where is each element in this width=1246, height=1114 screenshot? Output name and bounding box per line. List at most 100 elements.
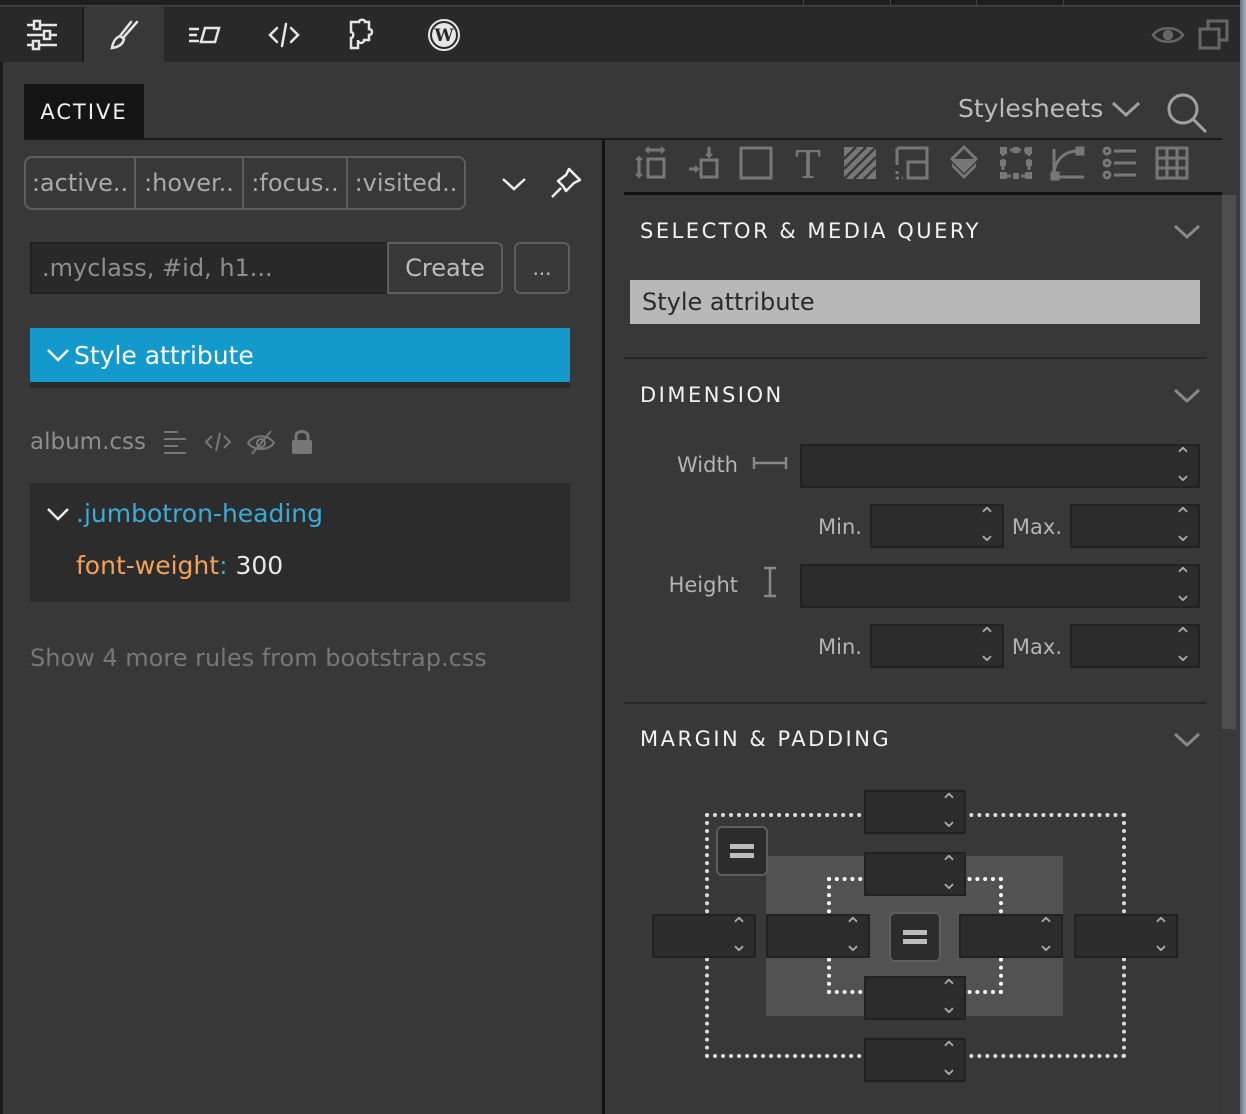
margin-right-input[interactable]: ⌃ ⌄	[1074, 914, 1178, 958]
border-icon	[1000, 147, 1032, 179]
create-button[interactable]: Create	[387, 242, 503, 294]
section-fill-button[interactable]	[938, 142, 990, 184]
wordpress-icon: W	[428, 18, 460, 51]
tab-style[interactable]	[84, 7, 164, 62]
min-height-input[interactable]: ⌃ ⌄	[870, 624, 1004, 668]
decrement-icon[interactable]: ⌄	[940, 810, 958, 832]
style-attribute-header[interactable]: Style attribute	[30, 328, 570, 388]
rule-selector[interactable]: .jumbotron-heading	[46, 499, 323, 528]
scrollbar-thumb[interactable]	[1222, 195, 1236, 729]
fill-icon	[949, 145, 979, 179]
section-margin-padding-title[interactable]: MARGIN & PADDING	[640, 727, 891, 751]
eye-icon	[1151, 27, 1185, 43]
decrement-icon[interactable]: ⌄	[844, 934, 862, 956]
decrement-icon[interactable]: ⌄	[730, 934, 748, 956]
link-paddings-button[interactable]	[889, 912, 941, 962]
tab-components[interactable]	[324, 7, 404, 62]
margin-bottom-input[interactable]: ⌃ ⌄	[864, 1038, 966, 1082]
section-selector-title[interactable]: SELECTOR & MEDIA QUERY	[640, 219, 981, 243]
pseudo-focus-button[interactable]: :focus..	[244, 158, 348, 208]
section-dimension-title[interactable]: DIMENSION	[640, 383, 784, 407]
layout-icon	[895, 146, 929, 180]
detach-panel-button[interactable]	[1196, 19, 1232, 51]
padding-bottom-input[interactable]: ⌃ ⌄	[864, 976, 966, 1020]
section-box-position-button[interactable]	[678, 142, 730, 184]
decrement-icon[interactable]: ⌄	[978, 644, 996, 666]
duplicate-window-icon	[1198, 19, 1229, 50]
decrement-icon[interactable]: ⌄	[1174, 464, 1192, 486]
section-selector-toggle[interactable]	[1172, 222, 1202, 242]
section-border-radius-button[interactable]	[1042, 142, 1094, 184]
window-top-strip	[0, 0, 1246, 6]
selector-display[interactable]: Style attribute	[630, 280, 1200, 324]
section-position-button[interactable]	[626, 142, 678, 184]
eye-slash-icon[interactable]	[246, 429, 276, 455]
decrement-icon[interactable]: ⌄	[978, 524, 996, 546]
svg-text:T: T	[795, 145, 820, 181]
decrement-icon[interactable]: ⌄	[940, 996, 958, 1018]
decrement-icon[interactable]: ⌄	[1037, 934, 1055, 956]
background-icon	[843, 146, 877, 180]
active-tab[interactable]: ACTIVE	[24, 84, 144, 139]
decrement-icon[interactable]: ⌄	[940, 872, 958, 894]
section-list-button[interactable]	[1094, 142, 1146, 184]
search-button[interactable]	[1164, 90, 1210, 136]
more-options-button[interactable]: ...	[514, 242, 570, 294]
width-field[interactable]	[802, 446, 1198, 486]
margin-top-input[interactable]: ⌃ ⌄	[864, 790, 966, 834]
link-margins-button[interactable]	[716, 826, 768, 876]
decrement-icon[interactable]: ⌄	[1174, 584, 1192, 606]
max-height-input[interactable]: ⌃ ⌄	[1070, 624, 1200, 668]
css-rule: .jumbotron-heading font-weight: 300	[30, 483, 570, 602]
min-width-input[interactable]: ⌃ ⌄	[870, 504, 1004, 548]
chevron-down-icon	[47, 349, 69, 362]
section-background-button[interactable]	[834, 142, 886, 184]
max-width-input[interactable]: ⌃ ⌄	[1070, 504, 1200, 548]
list-icon[interactable]	[162, 429, 190, 455]
border-radius-icon	[1050, 146, 1085, 181]
tab-settings[interactable]	[2, 7, 82, 62]
width-icon	[752, 457, 788, 469]
show-more-rules-link[interactable]: Show 4 more rules from bootstrap.css	[30, 644, 487, 672]
width-input[interactable]: ⌃ ⌄	[800, 444, 1200, 488]
padding-right-input[interactable]: ⌃ ⌄	[959, 914, 1063, 958]
section-typography-button[interactable]: T	[782, 142, 834, 184]
tab-code[interactable]	[244, 7, 324, 62]
height-field[interactable]	[802, 566, 1198, 606]
height-input[interactable]: ⌃ ⌄	[800, 564, 1200, 608]
code-icon[interactable]	[204, 431, 232, 453]
padding-left-input[interactable]: ⌃ ⌄	[766, 914, 870, 958]
section-margin-padding-toggle[interactable]	[1172, 730, 1202, 750]
pseudo-dropdown-button[interactable]	[498, 170, 530, 198]
pin-button[interactable]	[548, 165, 584, 201]
selector-input[interactable]	[30, 242, 388, 294]
stylesheet-name[interactable]: album.css	[30, 429, 146, 455]
section-dimension-toggle[interactable]	[1172, 386, 1202, 406]
section-border-button[interactable]	[990, 142, 1042, 184]
pseudo-active-button[interactable]: :active..	[26, 158, 136, 208]
pseudo-visited-button[interactable]: :visited..	[348, 158, 464, 208]
pseudo-class-group: :active.. :hover.. :focus.. :visited..	[24, 156, 466, 210]
tab-properties[interactable]	[164, 7, 244, 62]
equals-icon	[903, 930, 927, 935]
section-table-button[interactable]	[1146, 142, 1198, 184]
rule-property[interactable]: font-weight: 300	[76, 551, 283, 580]
section-dimension-button[interactable]	[730, 142, 782, 184]
left-border	[0, 62, 3, 1114]
preview-toggle[interactable]	[1150, 19, 1186, 51]
stylesheets-dropdown[interactable]: Stylesheets	[958, 94, 1141, 123]
tab-wordpress[interactable]: W	[404, 7, 484, 62]
decrement-icon[interactable]: ⌄	[1174, 524, 1192, 546]
panel-divider[interactable]	[602, 140, 605, 1114]
margin-left-input[interactable]: ⌃ ⌄	[652, 914, 756, 958]
decrement-icon[interactable]: ⌄	[1152, 934, 1170, 956]
padding-top-input[interactable]: ⌃ ⌄	[864, 852, 966, 896]
decrement-icon[interactable]: ⌄	[1174, 644, 1192, 666]
box-icon	[739, 146, 773, 180]
lock-icon[interactable]	[290, 429, 314, 455]
decrement-icon[interactable]: ⌄	[940, 1058, 958, 1080]
min-width-label: Min.	[818, 515, 862, 539]
section-layout-button[interactable]	[886, 142, 938, 184]
width-label: Width	[676, 453, 738, 477]
pseudo-hover-button[interactable]: :hover..	[136, 158, 244, 208]
